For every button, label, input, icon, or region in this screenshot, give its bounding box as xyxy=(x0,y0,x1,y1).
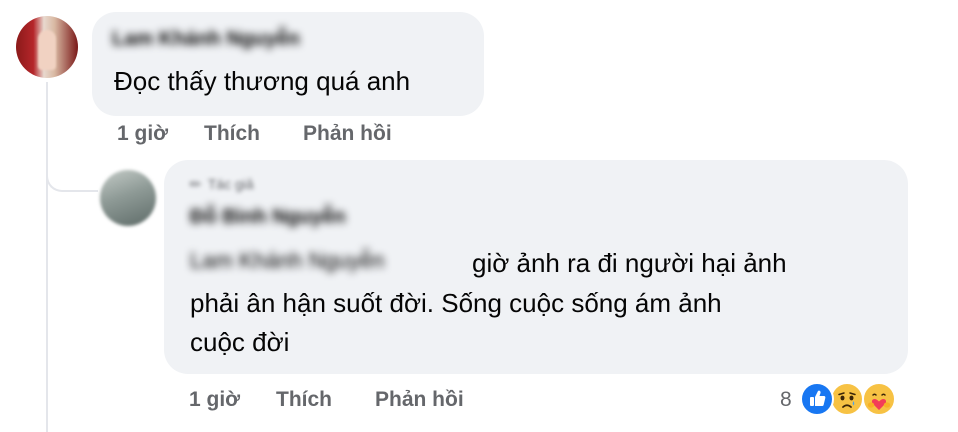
author-badge-label: Tác giả xyxy=(207,176,254,192)
reply-timestamp[interactable]: 1 giờ xyxy=(189,388,240,412)
like-icon[interactable] xyxy=(800,382,834,416)
reply-button[interactable]: Phản hồi xyxy=(303,122,392,146)
reply-connector xyxy=(46,150,98,192)
avatar-figure xyxy=(38,30,56,70)
thread-line xyxy=(46,82,48,432)
mention-tag[interactable]: Lam Khánh Nguyễn xyxy=(190,248,384,274)
reply-avatar[interactable] xyxy=(100,170,156,226)
reply-text-line-1: giờ ảnh ra đi người hại ảnh xyxy=(472,248,787,278)
care-icon[interactable] xyxy=(862,382,896,416)
reply-text-line-2: phải ân hận suốt đời. Sống cuộc sống ám … xyxy=(190,288,722,318)
avatar[interactable] xyxy=(16,16,78,78)
author-badge: ✎ Tác giả xyxy=(186,174,254,194)
reaction-count[interactable]: 8 xyxy=(780,388,792,412)
like-button[interactable]: Thích xyxy=(276,388,332,412)
reply-button[interactable]: Phản hồi xyxy=(375,388,464,412)
reply-author-name[interactable]: Đỗ Bình Nguyễn xyxy=(190,206,346,229)
comment-text: Đọc thấy thương quá anh xyxy=(114,66,411,96)
reply-text-line-3: cuộc đời xyxy=(190,327,290,357)
like-button[interactable]: Thích xyxy=(204,122,260,146)
comment-timestamp[interactable]: 1 giờ xyxy=(117,122,168,146)
comment-author-name[interactable]: Lam Khánh Nguyễn xyxy=(112,28,300,51)
sad-icon[interactable] xyxy=(830,382,864,416)
